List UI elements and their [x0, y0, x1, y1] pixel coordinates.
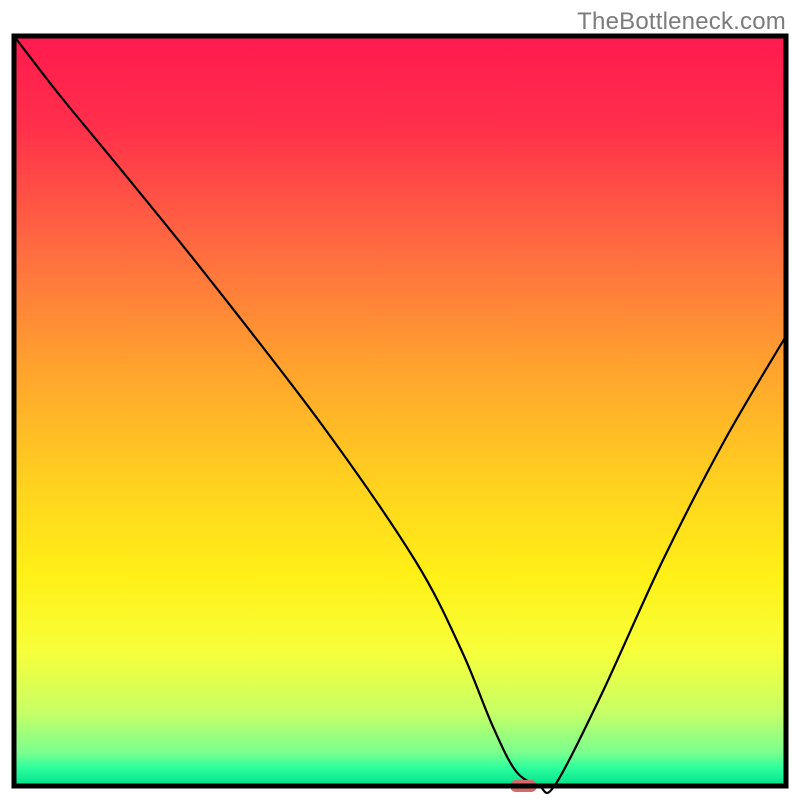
watermark-text: TheBottleneck.com — [577, 8, 786, 36]
plot-area — [14, 36, 786, 793]
chart-container: TheBottleneck.com — [0, 0, 800, 800]
gradient-background — [14, 36, 786, 786]
bottleneck-chart — [0, 0, 800, 800]
